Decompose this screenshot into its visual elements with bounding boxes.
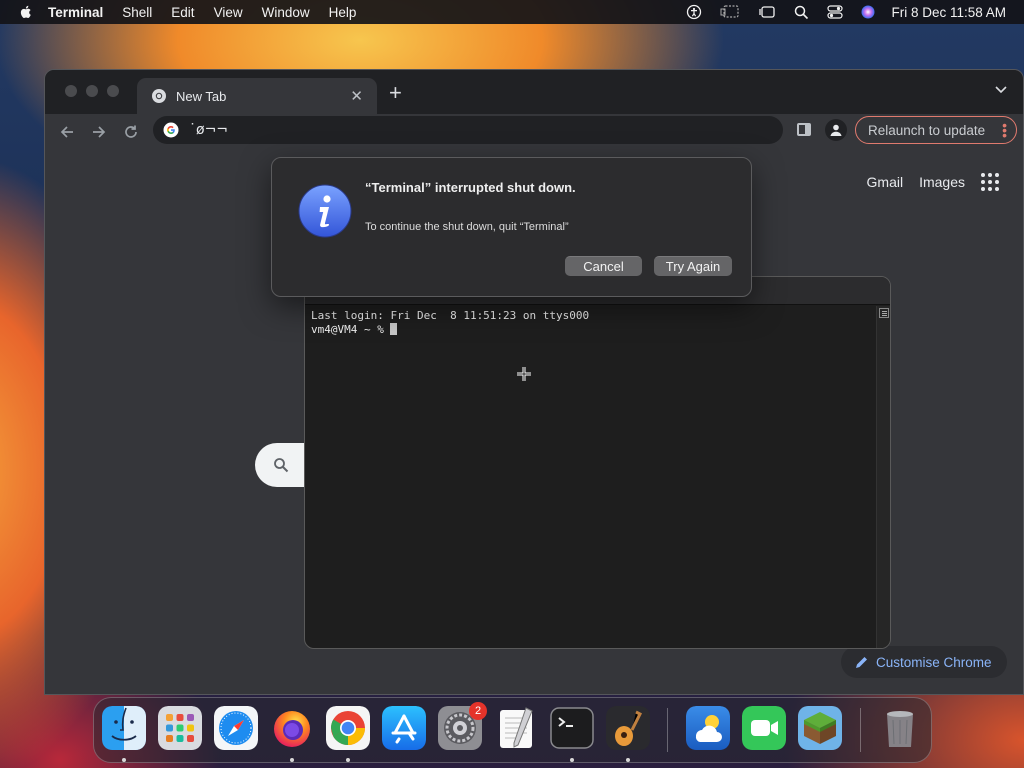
launchpad-icon[interactable] [158, 706, 202, 750]
chrome-toolbar: Relaunch to update ••• [45, 114, 1023, 150]
images-link[interactable]: Images [919, 174, 965, 190]
relaunch-to-update-button[interactable]: Relaunch to update • • • [855, 116, 1017, 144]
google-g-icon [163, 122, 179, 138]
alert-message: To continue the shut down, quit “Termina… [365, 221, 569, 233]
running-indicator [122, 758, 126, 762]
menubar-clock[interactable]: Fri 8 Dec 11:58 AM [891, 5, 1006, 20]
terminal-window[interactable]: Last login: Fri Dec 8 11:51:23 on ttys00… [304, 276, 891, 649]
running-indicator [626, 758, 630, 762]
firefox-icon[interactable] [270, 706, 314, 750]
app-store-icon[interactable] [382, 706, 426, 750]
terminal-marks-icon[interactable] [879, 308, 889, 318]
customise-chrome-button[interactable]: Customise Chrome [841, 646, 1007, 678]
terminal-last-login: Last login: Fri Dec 8 11:51:23 on ttys00… [311, 309, 590, 322]
menu-help[interactable]: Help [329, 5, 357, 20]
reload-icon[interactable] [121, 122, 141, 142]
mouse-crosshair-cursor-icon [517, 367, 531, 381]
menu-edit[interactable]: Edit [171, 5, 194, 20]
tab-search-chevron-icon[interactable] [995, 86, 1007, 94]
google-apps-grid-icon[interactable] [981, 173, 999, 191]
notification-badge: 2 [469, 702, 487, 720]
chrome-icon[interactable] [326, 706, 370, 750]
profile-avatar-icon[interactable] [825, 119, 847, 141]
tab-new-tab[interactable]: New Tab ✕ [137, 78, 377, 114]
forward-arrow-icon[interactable] [89, 122, 109, 142]
customise-chrome-label: Customise Chrome [876, 654, 992, 670]
display-mirroring-icon[interactable] [720, 4, 740, 20]
back-arrow-icon[interactable] [57, 122, 77, 142]
minecraft-icon[interactable] [798, 706, 842, 750]
gmail-link[interactable]: Gmail [867, 174, 904, 190]
zoom-window-button[interactable] [107, 85, 119, 97]
ntp-header-links: Gmail Images [851, 173, 999, 191]
terminal-scrollbar[interactable] [876, 306, 890, 648]
accessibility-icon[interactable] [686, 4, 702, 20]
running-indicator [346, 758, 350, 762]
spotlight-search-icon[interactable] [794, 5, 809, 20]
terminal-cursor [390, 323, 398, 335]
apple-menu-icon[interactable] [18, 4, 34, 20]
minimize-window-button[interactable] [86, 85, 98, 97]
finder-icon[interactable] [102, 706, 146, 750]
dock-separator [860, 708, 861, 752]
terminal-output[interactable]: Last login: Fri Dec 8 11:51:23 on ttys00… [311, 309, 589, 337]
siri-icon[interactable] [861, 5, 875, 19]
menu-app-terminal[interactable]: Terminal [48, 5, 103, 20]
terminal-icon[interactable] [550, 706, 594, 750]
dock-separator [667, 708, 668, 752]
chrome-menu-kebab-icon[interactable]: • • • [1002, 118, 1007, 142]
stage-manager-icon[interactable] [758, 4, 776, 20]
textedit-icon[interactable] [494, 706, 538, 750]
menu-window[interactable]: Window [262, 5, 310, 20]
running-indicator [570, 758, 574, 762]
menu-bar: Terminal Shell Edit View Window Help Fri… [0, 0, 1024, 24]
alert-title: “Terminal” interrupted shut down. [365, 180, 576, 195]
garageband-icon[interactable] [606, 706, 650, 750]
chrome-favicon-icon [152, 89, 166, 103]
menu-shell[interactable]: Shell [122, 5, 152, 20]
try-again-button[interactable]: Try Again [654, 256, 732, 276]
side-panel-icon[interactable] [797, 123, 811, 136]
safari-icon[interactable] [214, 706, 258, 750]
running-indicator [290, 758, 294, 762]
terminal-prompt: vm4@VM4 ~ % [311, 323, 391, 336]
facetime-icon[interactable] [742, 706, 786, 750]
trash-icon[interactable] [878, 706, 922, 750]
close-tab-icon[interactable]: ✕ [350, 87, 363, 105]
pencil-icon [856, 656, 867, 668]
new-tab-button[interactable]: + [389, 80, 402, 106]
window-traffic-lights [65, 85, 128, 97]
address-bar[interactable] [153, 116, 783, 144]
tab-title: New Tab [176, 88, 227, 104]
weather-icon[interactable] [686, 706, 730, 750]
address-input[interactable] [189, 122, 749, 138]
shutdown-interrupted-alert: “Terminal” interrupted shut down. To con… [271, 157, 752, 297]
menu-view[interactable]: View [214, 5, 243, 20]
search-icon [274, 458, 289, 473]
cancel-button[interactable]: Cancel [565, 256, 642, 276]
close-window-button[interactable] [65, 85, 77, 97]
dock: 2 [93, 697, 932, 763]
control-center-icon[interactable] [827, 5, 844, 19]
chrome-tab-strip: New Tab ✕ + [45, 70, 1023, 114]
relaunch-label: Relaunch to update [868, 122, 986, 138]
info-icon [298, 184, 352, 238]
